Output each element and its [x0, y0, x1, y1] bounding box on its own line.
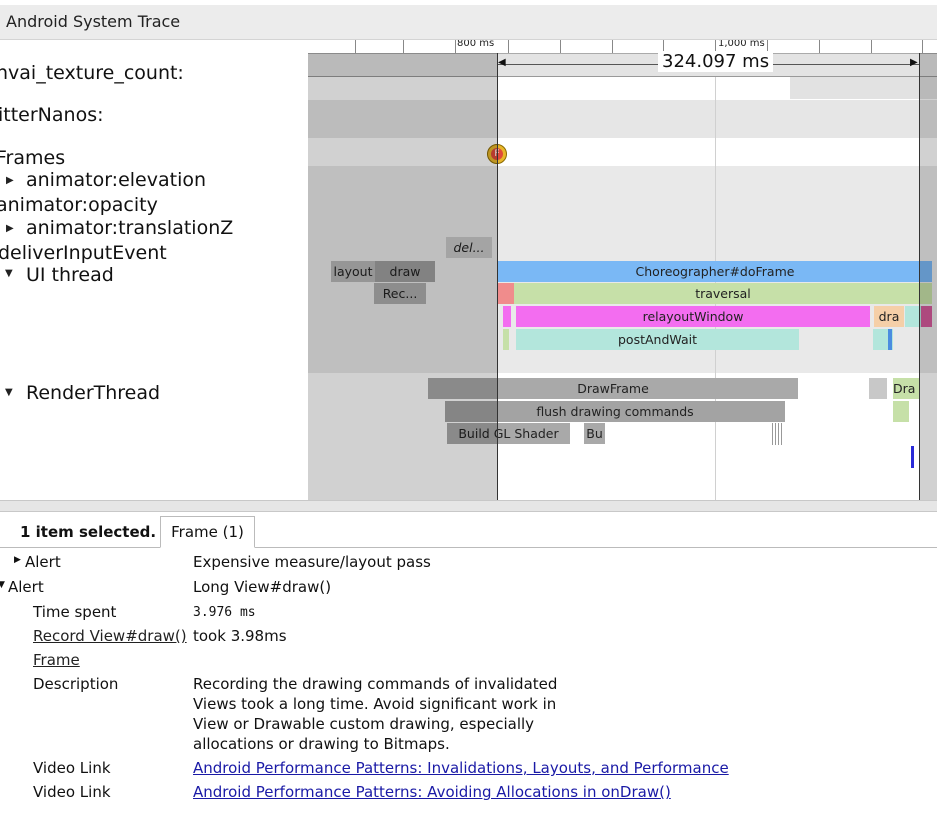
collapse-arrow-icon[interactable]: ▼ — [5, 268, 13, 279]
track-label-ui-thread: UI thread — [26, 264, 114, 286]
track-label: animator:opacity — [0, 194, 158, 216]
track-label: Frames — [0, 147, 66, 169]
slice-traversal[interactable]: traversal — [514, 283, 932, 304]
slice-relayout-window[interactable]: relayoutWindow — [516, 306, 870, 327]
detail-key: Time spent — [33, 603, 117, 621]
timeline-area[interactable]: 800 ms 1,000 ms ◀ ▶ 324.097 ms F del... … — [308, 40, 937, 500]
ruler-tick — [922, 40, 923, 53]
slice-small-green-2[interactable] — [893, 401, 909, 422]
collapse-arrow-icon[interactable]: ▼ — [0, 580, 5, 590]
description-line: Recording the drawing commands of invali… — [193, 675, 558, 693]
window-title: Android System Trace — [6, 12, 181, 31]
slice-bu[interactable]: Bu — [584, 423, 605, 444]
arrow-right-icon: ▶ — [910, 57, 918, 68]
detail-value: 3.976 ms — [193, 605, 256, 620]
ruler-tick — [455, 40, 456, 53]
detail-key: Video Link — [33, 759, 111, 777]
ruler-tick — [355, 40, 356, 53]
video-link-invalidations[interactable]: Android Performance Patterns: Invalidati… — [193, 759, 729, 777]
slice-post-and-wait[interactable]: postAndWait — [516, 329, 799, 350]
detail-value: Long View#draw() — [193, 578, 332, 596]
time-ruler[interactable]: 800 ms 1,000 ms — [308, 40, 937, 54]
track-label: animator:elevation — [26, 169, 207, 191]
tab-frame[interactable]: Frame (1) — [160, 516, 255, 548]
window-titlebar: Android System Trace — [0, 5, 937, 40]
slice-small-pink[interactable] — [503, 306, 511, 327]
track-label: itterNanos: — [0, 104, 104, 126]
slice-small-green[interactable] — [503, 329, 509, 350]
detail-value: Expensive measure/layout pass — [193, 553, 431, 571]
collapse-arrow-icon[interactable]: ▼ — [5, 387, 13, 398]
slice-small-red[interactable] — [498, 283, 514, 304]
track-label: animator:translationZ — [26, 217, 234, 239]
unselected-region-right — [919, 53, 937, 500]
slice-choreographer[interactable]: Choreographer#doFrame — [498, 261, 932, 282]
slice-ticks — [772, 423, 784, 445]
detail-key: Alert — [25, 553, 61, 571]
ruler-label: 800 ms — [457, 40, 495, 49]
slice-small-blue[interactable] — [888, 329, 892, 350]
detail-key: Video Link — [33, 783, 111, 801]
slice-drawframe-short[interactable]: Dra — [893, 378, 919, 399]
frame-link[interactable]: Frame — [33, 651, 80, 669]
measurement-value: 324.097 ms — [658, 51, 774, 72]
selection-header: 1 item selected. Frame (1) — [0, 515, 937, 548]
video-link-allocations[interactable]: Android Performance Patterns: Avoiding A… — [193, 783, 671, 801]
details-panel: ▶ Alert Expensive measure/layout pass ▼ … — [0, 549, 937, 838]
ruler-tick — [612, 40, 613, 53]
expand-arrow-icon[interactable]: ▶ — [14, 555, 21, 565]
ruler-tick — [560, 40, 561, 53]
ruler-tick — [508, 40, 509, 53]
ruler-tick — [871, 40, 872, 53]
ruler-tick — [403, 40, 404, 53]
slice-small-gray[interactable] — [869, 378, 887, 399]
slice-small-blue-2[interactable] — [911, 446, 914, 468]
detail-key: Alert — [8, 578, 44, 596]
description-line: Views took a long time. Avoid significan… — [193, 695, 557, 713]
ruler-label: 1,000 ms — [718, 40, 765, 49]
slice-draw-short[interactable]: dra — [874, 306, 904, 327]
detail-key: Description — [33, 675, 119, 693]
expand-arrow-icon[interactable]: ▶ — [6, 175, 14, 186]
track-label-renderthread: RenderThread — [26, 382, 161, 404]
selection-start-line[interactable] — [497, 53, 498, 500]
detail-value: took 3.98ms — [193, 627, 287, 645]
panel-splitter[interactable] — [0, 500, 937, 512]
expand-arrow-icon[interactable]: ▶ — [6, 223, 14, 234]
description-line: View or Drawable custom drawing, especia… — [193, 715, 535, 733]
selection-end-line[interactable] — [919, 53, 920, 500]
track-names-panel: nvai_texture_count: itterNanos: Frames ▶… — [0, 40, 307, 500]
track-label: nvai_texture_count: — [0, 62, 184, 84]
selection-count: 1 item selected. — [20, 523, 157, 541]
track-label: deliverInputEvent — [0, 242, 167, 264]
record-link[interactable]: Record View#draw() — [33, 627, 187, 645]
ruler-tick — [819, 40, 820, 53]
unselected-region-left — [308, 53, 497, 500]
description-line: allocations or drawing to Bitmaps. — [193, 735, 450, 753]
arrow-left-icon: ◀ — [498, 57, 506, 68]
